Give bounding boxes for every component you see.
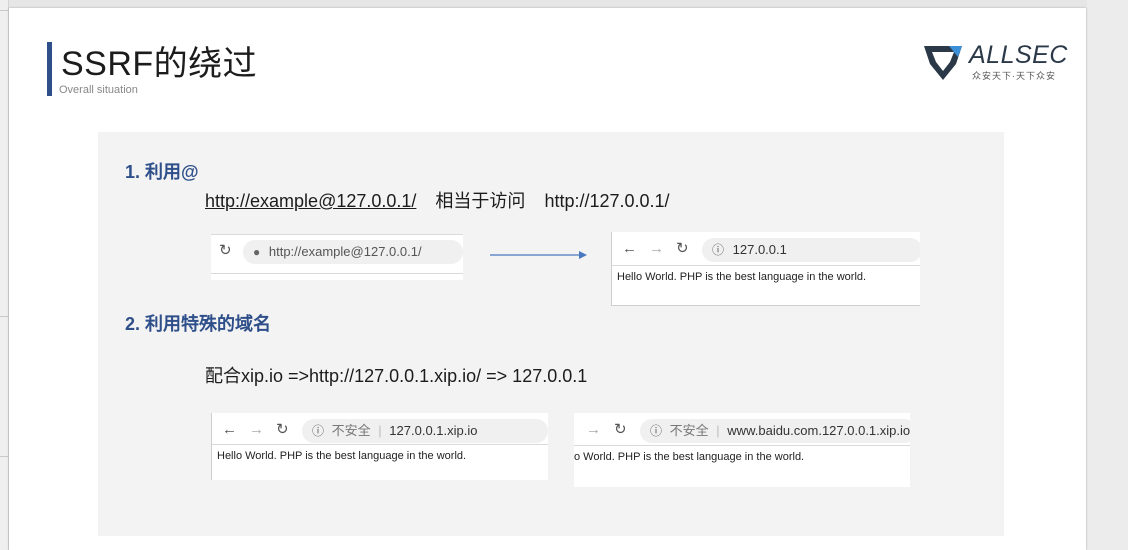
editor-right-panel [1087, 0, 1128, 550]
allsec-logo: ALLSEC 众安天下·天下众安 [921, 40, 1071, 88]
content-panel: 1. 利用@ http://example@127.0.0.1/ 相当于访问 h… [98, 132, 1004, 536]
info-icon: ⓘ [312, 424, 325, 438]
reload-icon: ↻ [614, 421, 627, 438]
address-bar: ⓘ 不安全 | www.baidu.com.127.0.0.1.xip.io [640, 419, 910, 443]
address-url: 127.0.0.1 [732, 242, 787, 257]
address-divider: | [378, 423, 382, 438]
shield-logo-icon [924, 46, 962, 80]
security-label: 不安全 [669, 423, 709, 438]
slide-thumbnail-strip [0, 0, 9, 550]
equivalence-text: 相当于访问 [435, 191, 526, 211]
forward-arrow-icon: → [649, 240, 664, 257]
address-url: 127.0.0.1.xip.io [389, 423, 478, 438]
globe-icon: ● [253, 245, 261, 259]
browser-screenshot-result: ← → ↻ ⓘ 127.0.0.1 Hello World. PHP is th… [611, 232, 920, 306]
browser-screenshot-at-url: ↻ ● http://example@127.0.0.1/ [211, 234, 463, 280]
address-bar: ● http://example@127.0.0.1/ [243, 240, 463, 264]
section1-heading: 1. 利用@ [125, 162, 199, 182]
address-url: http://example@127.0.0.1/ [268, 244, 422, 259]
section1-line: http://example@127.0.0.1/ 相当于访问 http://1… [205, 187, 670, 213]
target-url-text: http://127.0.0.1/ [544, 191, 670, 211]
page-body-text: o World. PHP is the best language in the… [574, 451, 805, 463]
browser-screenshot-xip: ← → ↻ ⓘ 不安全 | 127.0.0.1.xip.io Hello Wor… [211, 413, 548, 480]
reload-icon: ↻ [219, 242, 232, 259]
slide-title: SSRF的绕过 [61, 45, 258, 83]
address-bar: ⓘ 不安全 | 127.0.0.1.xip.io [302, 419, 548, 443]
back-arrow-icon: ← [622, 240, 637, 257]
browser-screenshot-baidu-xip: → ↻ ⓘ 不安全 | www.baidu.com.127.0.0.1.xip.… [574, 413, 910, 487]
arrow-icon [490, 251, 587, 259]
slide-subtitle: Overall situation [59, 84, 138, 96]
page-body-text: Hello World. PHP is the best language in… [617, 271, 867, 283]
logo-slogan: 众安天下·天下众安 [972, 71, 1056, 81]
back-arrow-icon: ← [222, 421, 237, 438]
reload-icon: ↻ [676, 240, 689, 257]
page-body-text: Hello World. PHP is the best language in… [217, 450, 467, 462]
section2-heading: 2. 利用特殊的域名 [125, 314, 272, 334]
logo-wordmark: ALLSEC [969, 41, 1068, 69]
forward-arrow-icon: → [249, 421, 264, 438]
address-bar: ⓘ 127.0.0.1 [702, 238, 920, 262]
example-link[interactable]: http://example@127.0.0.1/ [205, 191, 416, 211]
address-url: www.baidu.com.127.0.0.1.xip.io [727, 423, 910, 438]
title-accent-bar [47, 42, 52, 96]
info-icon: ⓘ [712, 243, 725, 257]
forward-arrow-icon: → [586, 421, 601, 438]
reload-icon: ↻ [276, 421, 289, 438]
slide-canvas[interactable]: SSRF的绕过 Overall situation ALLSEC 众安天下·天下… [9, 8, 1086, 550]
address-divider: | [716, 423, 720, 438]
info-icon: ⓘ [650, 424, 663, 438]
security-label: 不安全 [331, 423, 371, 438]
section2-line: 配合xip.io =>http://127.0.0.1.xip.io/ => 1… [205, 366, 588, 386]
